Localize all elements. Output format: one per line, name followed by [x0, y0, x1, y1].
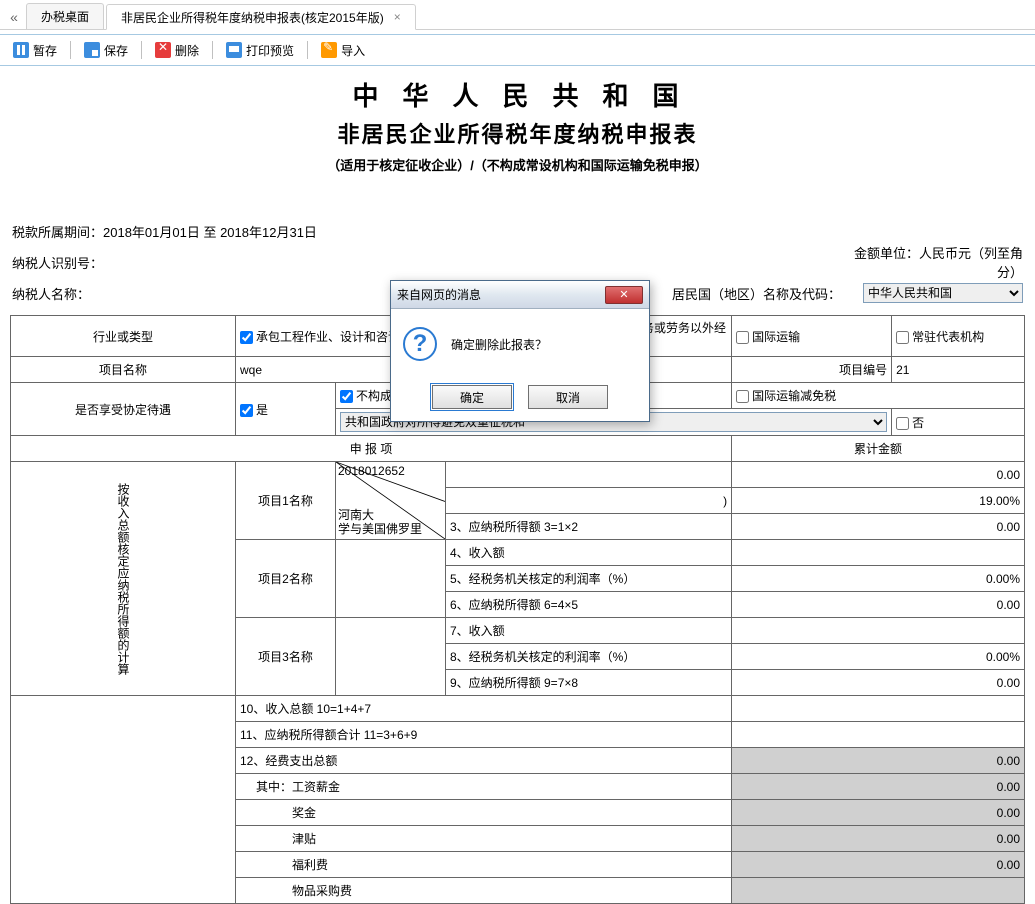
line-9: 9、应纳税所得额 9=7×8	[446, 670, 732, 696]
project3-name: 项目3名称	[236, 618, 336, 696]
project1-name: 项目1名称	[236, 462, 336, 540]
label: 暂存	[33, 42, 57, 59]
value-12a: 0.00	[732, 774, 1025, 800]
chk-label: 国际运输减免税	[752, 389, 836, 403]
period-value: 2018年01月01日 至 2018年12月31日	[103, 225, 317, 240]
save-icon	[84, 42, 100, 58]
pause-button[interactable]: 暂存	[6, 38, 64, 63]
line-5: 5、经税务机关核定的利润率（%）	[446, 566, 732, 592]
value-12d: 0.00	[732, 852, 1025, 878]
header-cumulative: 累计金额	[732, 436, 1025, 462]
line-12e: 物品采购费	[236, 878, 732, 904]
tab-label: 非居民企业所得税年度纳税申报表(核定2015年版)	[121, 9, 384, 26]
chk-yes[interactable]	[240, 404, 253, 417]
dialog-titlebar[interactable]: 来自网页的消息 ✕	[391, 281, 649, 309]
p1-v1: 2018012652	[338, 464, 405, 478]
import-button[interactable]: 导入	[314, 38, 372, 63]
import-icon	[321, 42, 337, 58]
line-12a: 其中：工资薪金	[236, 774, 732, 800]
chk-intl-exempt[interactable]	[736, 390, 749, 403]
line-6: 6、应纳税所得额 6=4×5	[446, 592, 732, 618]
header-item: 申 报 项	[11, 436, 732, 462]
delete-button[interactable]: 删除	[148, 38, 206, 63]
print-preview-button[interactable]: 打印预览	[219, 38, 301, 63]
close-icon[interactable]: ×	[394, 10, 401, 24]
label: 保存	[104, 42, 128, 59]
value-4[interactable]	[732, 540, 1025, 566]
value-12c: 0.00	[732, 826, 1025, 852]
title-block: 中华人民共和国 非居民企业所得税年度纳税申报表 （适用于核定征收企业）/（不构成…	[10, 76, 1025, 174]
chk-label: 国际运输	[752, 330, 800, 344]
value-12e	[732, 878, 1025, 904]
chk-label: 常驻代表机构	[912, 330, 984, 344]
dialog-title: 来自网页的消息	[397, 286, 481, 303]
print-icon	[226, 42, 242, 58]
tab-bar: « 办税桌面 非居民企业所得税年度纳税申报表(核定2015年版) ×	[0, 0, 1035, 30]
value-5: 0.00%	[732, 566, 1025, 592]
dialog-close-button[interactable]: ✕	[605, 286, 643, 304]
p1-v3: 学与美国佛罗里	[338, 520, 422, 537]
tabs-collapse-button[interactable]: «	[4, 5, 24, 29]
line-7: 7、收入额	[446, 618, 732, 644]
chk-intl-transport[interactable]	[736, 331, 749, 344]
chk-contract[interactable]	[240, 331, 253, 344]
project2-name: 项目2名称	[236, 540, 336, 618]
dialog-ok-button[interactable]: 确定	[432, 385, 512, 409]
tab-taxform[interactable]: 非居民企业所得税年度纳税申报表(核定2015年版) ×	[106, 4, 416, 30]
pause-icon	[13, 42, 29, 58]
value-3: 0.00	[732, 514, 1025, 540]
line-12d: 福利费	[236, 852, 732, 878]
dialog-cancel-button[interactable]: 取消	[528, 385, 608, 409]
confirm-dialog: 来自网页的消息 ✕ ? 确定删除此报表？ 确定 取消	[390, 280, 650, 422]
value-7[interactable]	[732, 618, 1025, 644]
toolbar: 暂存 保存 删除 打印预览 导入	[0, 34, 1035, 66]
chk-label: 否	[912, 416, 924, 430]
value-6: 0.00	[732, 592, 1025, 618]
value-12: 0.00	[732, 748, 1025, 774]
label: 打印预览	[246, 42, 294, 59]
taxpayer-id-label: 纳税人识别号：	[12, 243, 544, 281]
line-10: 10、收入总额 10=1+4+7	[236, 696, 732, 722]
label: 导入	[341, 42, 365, 59]
industry-label: 行业或类型	[11, 316, 236, 357]
form-title: 非居民企业所得税年度纳税申报表	[10, 117, 1025, 149]
save-button[interactable]: 保存	[77, 38, 135, 63]
value-2: 19.00%	[732, 488, 1025, 514]
tab-desktop[interactable]: 办税桌面	[26, 3, 104, 29]
country-title: 中华人民共和国	[10, 76, 1025, 113]
period-label: 税款所属期间：	[12, 225, 103, 240]
value-8: 0.00%	[732, 644, 1025, 670]
delete-icon	[155, 42, 171, 58]
chk-label: 是	[256, 403, 268, 417]
line-4: 4、收入额	[446, 540, 732, 566]
dialog-message: 确定删除此报表？	[451, 336, 547, 353]
value-9: 0.00	[732, 670, 1025, 696]
label: 删除	[175, 42, 199, 59]
line-11: 11、应纳税所得额合计 11=3+6+9	[236, 722, 732, 748]
project-code-label: 项目编号	[732, 357, 892, 383]
line-12: 12、经费支出总额	[236, 748, 732, 774]
project-code-input[interactable]	[896, 363, 1020, 377]
project-name-label: 项目名称	[11, 357, 236, 383]
line-3: 3、应纳税所得额 3=1×2	[446, 514, 732, 540]
value-1: 0.00	[732, 462, 1025, 488]
value-10[interactable]	[732, 696, 1025, 722]
resident-country-select[interactable]: 中华人民共和国	[863, 283, 1023, 303]
side-section-label: 按收入总额核定应纳税所得额的计算	[11, 462, 236, 696]
line-12c: 津贴	[236, 826, 732, 852]
side-text: 按收入总额核定应纳税所得额的计算	[116, 483, 130, 675]
tab-label: 办税桌面	[41, 8, 89, 25]
chk-noestablish[interactable]	[340, 390, 353, 403]
resident-country-label: 居民国（地区）名称及代码：	[672, 287, 841, 302]
agreement-label: 是否享受协定待遇	[11, 383, 236, 436]
chk-rep-office[interactable]	[896, 331, 909, 344]
chk-no[interactable]	[896, 417, 909, 430]
line-8: 8、经税务机关核定的利润率（%）	[446, 644, 732, 670]
value-11[interactable]	[732, 722, 1025, 748]
currency-unit: 金额单位：人民币元（列至角分）	[843, 243, 1023, 281]
question-icon: ?	[403, 327, 437, 361]
form-subtitle: （适用于核定征收企业）/（不构成常设机构和国际运输免税申报）	[10, 155, 1025, 174]
